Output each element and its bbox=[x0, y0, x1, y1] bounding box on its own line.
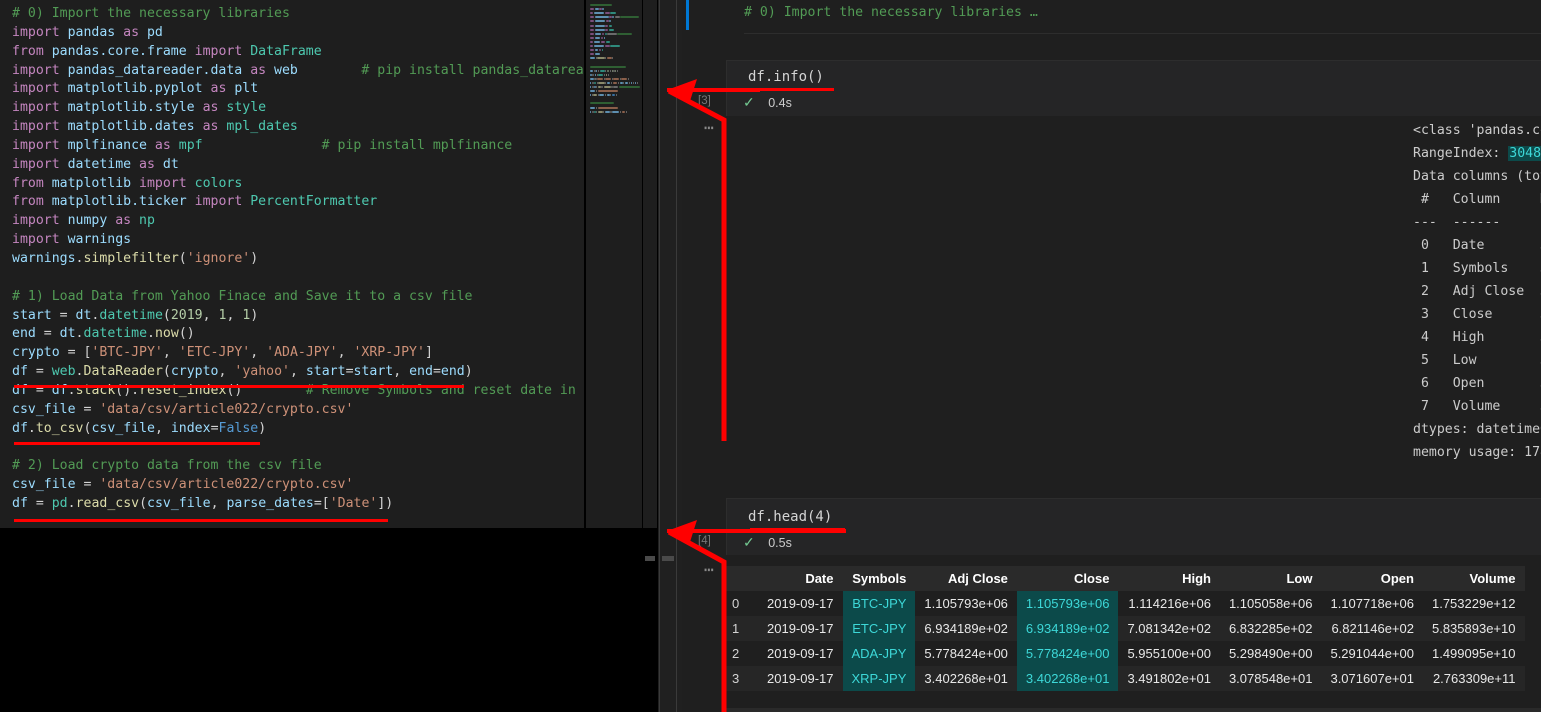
screenshot-root: # 0) Import the necessary libraries impor… bbox=[0, 0, 1541, 712]
annotation-arrow-info bbox=[667, 79, 760, 441]
annotation-arrow-head bbox=[667, 520, 846, 712]
annotation-arrows bbox=[667, 79, 846, 712]
